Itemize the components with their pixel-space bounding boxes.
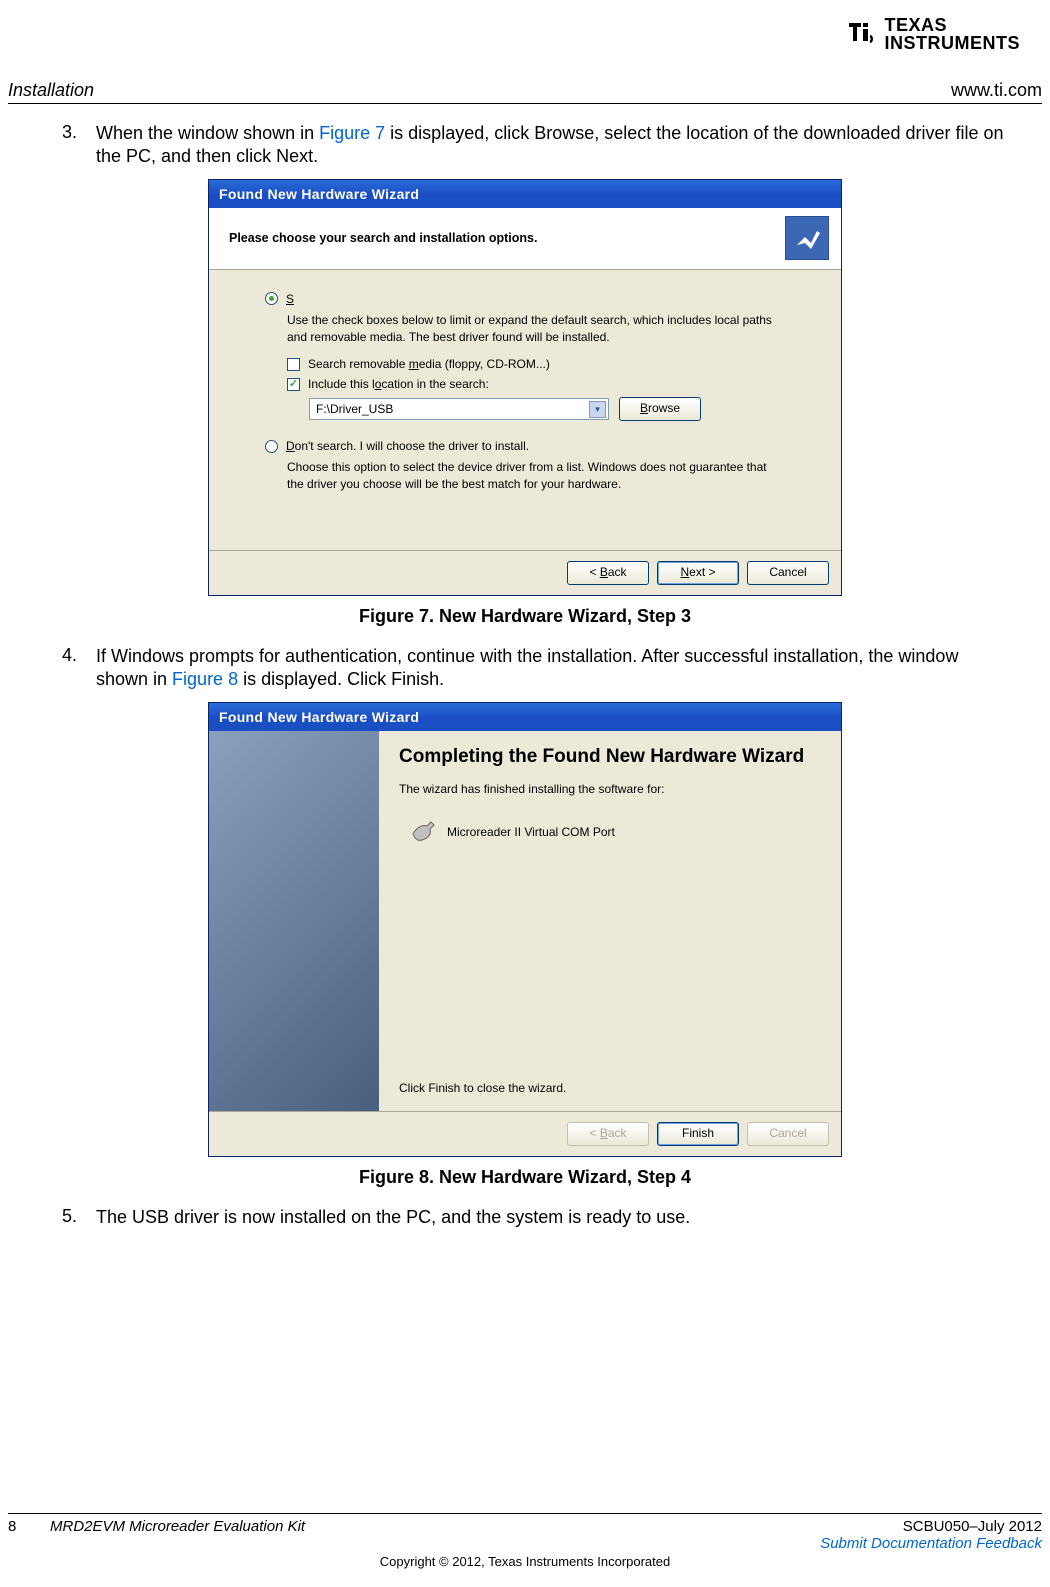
back-button[interactable]: < Back — [567, 561, 649, 585]
ti-logo: TEXAS INSTRUMENTS — [845, 16, 1021, 52]
wizard-titlebar: Found New Hardware Wizard — [209, 180, 841, 208]
wizard-figure-7: Found New Hardware Wizard Please choose … — [208, 179, 842, 596]
back-button: < Back — [567, 1122, 649, 1146]
logo-text-bottom: INSTRUMENTS — [885, 34, 1021, 52]
option2-description: Choose this option to select the device … — [287, 459, 785, 493]
wizard-bottom-text: Click Finish to close the wizard. — [399, 1081, 821, 1101]
submit-feedback-link[interactable]: Submit Documentation Feedback — [820, 1535, 1042, 1552]
device-name: Microreader II Virtual COM Port — [447, 825, 615, 839]
next-button[interactable]: Next > — [657, 561, 739, 585]
wizard-titlebar: Found New Hardware Wizard — [209, 703, 841, 731]
ti-mark-icon — [845, 17, 879, 51]
wizard-footer: < Back Next > Cancel — [209, 550, 841, 595]
cancel-button[interactable]: Cancel — [747, 561, 829, 585]
radio-icon — [265, 292, 278, 305]
checkbox-removable-media[interactable]: Search removable media (floppy, CD-ROM..… — [287, 357, 785, 371]
page-footer: 8 MRD2EVM Microreader Evaluation Kit SCB… — [0, 1513, 1050, 1569]
radio-label: Don't search. I will choose the driver t… — [286, 439, 529, 453]
figure-7-ref[interactable]: Figure 7 — [319, 123, 385, 143]
figure-7-caption: Figure 7. New Hardware Wizard, Step 3 — [38, 606, 1012, 627]
copyright: Copyright © 2012, Texas Instruments Inco… — [0, 1554, 1050, 1569]
page-header: Installation www.ti.com — [8, 80, 1042, 104]
step-3: 3. When the window shown in Figure 7 is … — [62, 122, 1012, 169]
radio-search-best[interactable]: S — [265, 292, 785, 306]
wizard-footer: < Back Finish Cancel — [209, 1111, 841, 1156]
radio-icon — [265, 440, 278, 453]
checkbox-label: Search removable media (floppy, CD-ROM..… — [308, 357, 550, 371]
installed-device-row: Microreader II Virtual COM Port — [409, 816, 821, 847]
finish-button[interactable]: Finish — [657, 1122, 739, 1146]
step-4: 4. If Windows prompts for authentication… — [62, 645, 1012, 692]
doc-id: SCBU050–July 2012 — [903, 1518, 1042, 1535]
wizard-body: Completing the Found New Hardware Wizard… — [379, 731, 841, 1111]
checkbox-icon — [287, 358, 300, 371]
logo-text-top: TEXAS — [885, 16, 1021, 34]
site-url: www.ti.com — [951, 80, 1042, 101]
radio-dont-search[interactable]: Don't search. I will choose the driver t… — [265, 439, 785, 453]
figure-8-ref[interactable]: Figure 8 — [172, 669, 238, 689]
chevron-down-icon[interactable]: ▾ — [589, 401, 606, 418]
figure-8-caption: Figure 8. New Hardware Wizard, Step 4 — [38, 1167, 1012, 1188]
wizard-figure-8: Found New Hardware Wizard Completing the… — [208, 702, 842, 1157]
step-text: The USB driver is now installed on the P… — [96, 1206, 1012, 1229]
step-text: When the window shown in Figure 7 is dis… — [96, 122, 1012, 169]
checkbox-label: Include this location in the search: — [308, 377, 489, 391]
wizard-header-icon — [785, 216, 829, 260]
checkbox-icon — [287, 378, 300, 391]
wizard-subtitle: The wizard has finished installing the s… — [399, 782, 821, 796]
step-number: 5. — [62, 1206, 96, 1229]
browse-button[interactable]: Browse — [619, 397, 701, 421]
location-value: F:\Driver_USB — [316, 402, 393, 416]
checkbox-include-location[interactable]: Include this location in the search: — [287, 377, 785, 391]
step-number: 4. — [62, 645, 96, 692]
wizard-heading: Please choose your search and installati… — [229, 231, 537, 245]
wizard-complete-title: Completing the Found New Hardware Wizard — [399, 745, 821, 769]
wizard-body: S Use the check boxes below to limit or … — [209, 270, 841, 550]
radio-label: S — [286, 292, 294, 306]
wizard-header: Please choose your search and installati… — [209, 208, 841, 270]
cancel-button: Cancel — [747, 1122, 829, 1146]
page-number: 8 — [8, 1518, 30, 1552]
location-combo[interactable]: F:\Driver_USB ▾ — [309, 398, 609, 420]
doc-title: MRD2EVM Microreader Evaluation Kit — [50, 1518, 305, 1552]
wizard-sidebar-image — [209, 731, 379, 1111]
section-title: Installation — [8, 80, 94, 101]
step-text: If Windows prompts for authentication, c… — [96, 645, 1012, 692]
device-icon — [409, 816, 437, 847]
step-5: 5. The USB driver is now installed on th… — [62, 1206, 1012, 1229]
step-number: 3. — [62, 122, 96, 169]
option1-description: Use the check boxes below to limit or ex… — [287, 312, 785, 346]
